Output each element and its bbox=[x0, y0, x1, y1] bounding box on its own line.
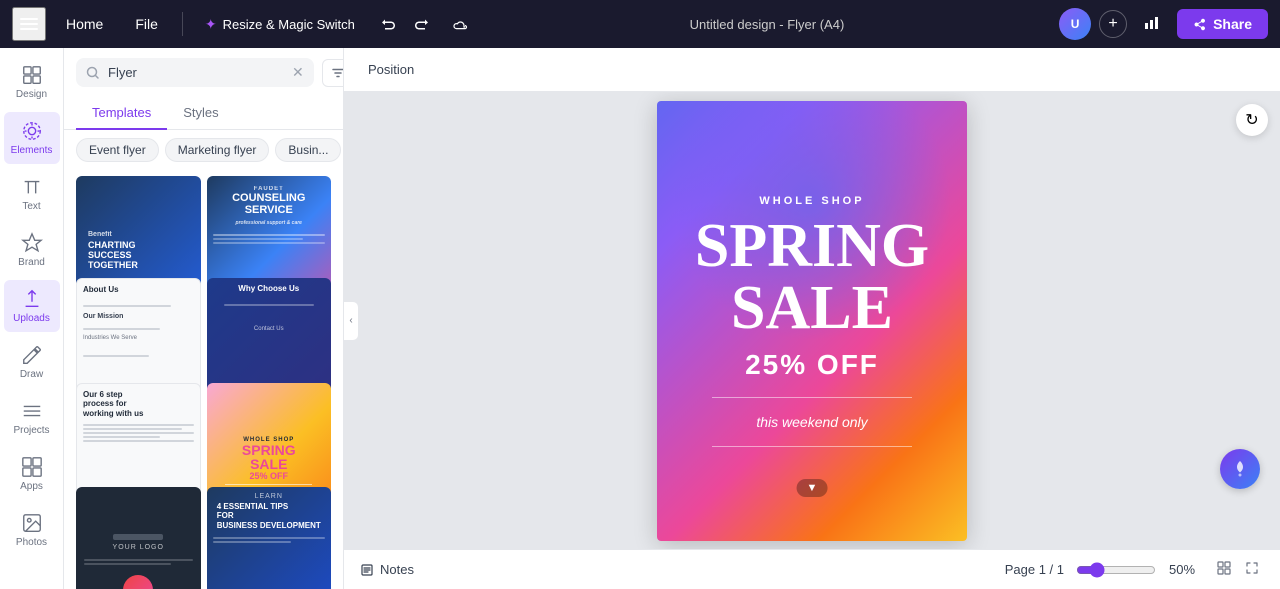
stats-button[interactable] bbox=[1135, 9, 1169, 40]
filter-chips: Event flyer Marketing flyer Busin... › bbox=[64, 130, 343, 170]
chip-business[interactable]: Busin... bbox=[275, 138, 341, 162]
zoom-slider[interactable] bbox=[1076, 562, 1156, 578]
flyer-inner: WHOLE SHOP SPRING SALE 25% OFF this week… bbox=[657, 101, 967, 541]
home-nav-button[interactable]: Home bbox=[54, 10, 115, 38]
search-input[interactable] bbox=[108, 65, 284, 80]
canvas-toolbar: Position bbox=[344, 48, 1280, 92]
sidebar-icons: Design Elements Text Brand Uploads Draw … bbox=[0, 48, 64, 589]
canvas-content: ↻ ‹ WHOLE SHOP SPRING SALE 25% OFF this … bbox=[344, 92, 1280, 549]
notes-label: Notes bbox=[380, 562, 414, 577]
sidebar-item-projects-label: Projects bbox=[13, 425, 49, 436]
resize-magic-label: Resize & Magic Switch bbox=[223, 17, 355, 32]
sidebar-item-apps-label: Apps bbox=[20, 481, 43, 492]
canva-assistant-button[interactable] bbox=[1220, 449, 1260, 489]
sidebar-item-uploads[interactable]: Uploads bbox=[4, 280, 60, 332]
undo-button[interactable] bbox=[373, 9, 403, 39]
hide-panel-button[interactable]: ‹ bbox=[344, 301, 359, 341]
template-grid: Benefit CHARTINGSUCCESSTOGETHER FAUDET C… bbox=[64, 170, 343, 589]
sidebar-item-draw-label: Draw bbox=[20, 369, 43, 380]
sidebar-item-draw[interactable]: Draw bbox=[4, 336, 60, 388]
template-card-7[interactable]: YOUR LOGO bbox=[76, 487, 201, 589]
template-card-8[interactable]: LEARN 4 ESSENTIAL TIPSFORBUSINESS DEVELO… bbox=[207, 487, 332, 589]
sidebar-item-brand[interactable]: Brand bbox=[4, 224, 60, 276]
chip-event-flyer[interactable]: Event flyer bbox=[76, 138, 159, 162]
search-filter-button[interactable] bbox=[322, 59, 344, 87]
search-clear-button[interactable]: ✕ bbox=[292, 64, 304, 81]
fullscreen-button[interactable] bbox=[1240, 556, 1264, 583]
page-indicator: Page 1 / 1 bbox=[1005, 562, 1064, 577]
zoom-controls: 50% bbox=[1076, 562, 1200, 578]
page-down-indicator: ▼ bbox=[797, 479, 828, 497]
document-title: Untitled design - Flyer (A4) bbox=[690, 17, 845, 32]
filter-icon bbox=[331, 66, 344, 80]
notes-icon bbox=[360, 563, 374, 577]
search-icon bbox=[86, 66, 100, 80]
cloud-save-button[interactable] bbox=[445, 9, 475, 39]
chip-marketing-flyer[interactable]: Marketing flyer bbox=[165, 138, 270, 162]
panel-tabs: Templates Styles bbox=[64, 97, 343, 130]
sidebar-item-apps[interactable]: Apps bbox=[4, 448, 60, 500]
zoom-value: 50% bbox=[1164, 562, 1200, 577]
undo-redo-group bbox=[373, 9, 437, 39]
flyer-divider-2 bbox=[712, 446, 912, 447]
position-button[interactable]: Position bbox=[360, 58, 422, 81]
sidebar-item-photos[interactable]: Photos bbox=[4, 504, 60, 556]
main-layout: Design Elements Text Brand Uploads Draw … bbox=[0, 48, 1280, 589]
search-bar: ✕ bbox=[64, 48, 343, 97]
add-collaborator-button[interactable]: + bbox=[1099, 10, 1127, 38]
sidebar-item-design-label: Design bbox=[16, 89, 47, 100]
sidebar-item-design[interactable]: Design bbox=[4, 56, 60, 108]
user-avatar[interactable]: U bbox=[1059, 8, 1091, 40]
nav-divider bbox=[182, 12, 183, 36]
flyer-divider-1 bbox=[712, 397, 912, 398]
search-input-wrapper: ✕ bbox=[76, 58, 314, 87]
magic-icon: ✦ bbox=[205, 16, 217, 33]
grid-view-button[interactable] bbox=[1212, 556, 1236, 583]
sidebar-item-brand-label: Brand bbox=[18, 257, 45, 268]
menu-button[interactable] bbox=[12, 7, 46, 41]
flyer-preview[interactable]: WHOLE SHOP SPRING SALE 25% OFF this week… bbox=[657, 101, 967, 541]
canvas-area: Position ↻ ‹ WHOLE SHOP SPRING SALE 25% … bbox=[344, 48, 1280, 589]
flyer-percent-off: 25% OFF bbox=[745, 349, 879, 381]
sidebar-item-photos-label: Photos bbox=[16, 537, 47, 548]
share-button[interactable]: Share bbox=[1177, 9, 1268, 39]
sidebar-item-projects[interactable]: Projects bbox=[4, 392, 60, 444]
flyer-weekend: this weekend only bbox=[756, 414, 867, 430]
bottom-bar: Notes Page 1 / 1 50% bbox=[344, 549, 1280, 589]
sidebar-item-text-label: Text bbox=[22, 201, 40, 212]
sidebar-item-elements[interactable]: Elements bbox=[4, 112, 60, 164]
view-buttons bbox=[1212, 556, 1264, 583]
sidebar-item-elements-label: Elements bbox=[11, 145, 53, 156]
sidebar-item-uploads-label: Uploads bbox=[13, 313, 50, 324]
notes-button[interactable]: Notes bbox=[360, 562, 414, 577]
redo-button[interactable] bbox=[407, 9, 437, 39]
top-nav: Home File ✦ Resize & Magic Switch Untitl… bbox=[0, 0, 1280, 48]
panel: ✕ Templates Styles Event flyer Marketing… bbox=[64, 48, 344, 589]
tab-templates[interactable]: Templates bbox=[76, 97, 167, 130]
nav-actions: U + Share bbox=[1059, 8, 1268, 40]
tab-styles[interactable]: Styles bbox=[167, 97, 234, 130]
file-nav-button[interactable]: File bbox=[123, 10, 170, 38]
flyer-spring-sale: SPRING SALE bbox=[695, 215, 929, 339]
resize-magic-button[interactable]: ✦ Resize & Magic Switch bbox=[195, 10, 365, 39]
flyer-whole-shop: WHOLE SHOP bbox=[759, 195, 864, 207]
sidebar-item-text[interactable]: Text bbox=[4, 168, 60, 220]
refresh-button[interactable]: ↻ bbox=[1236, 104, 1268, 136]
